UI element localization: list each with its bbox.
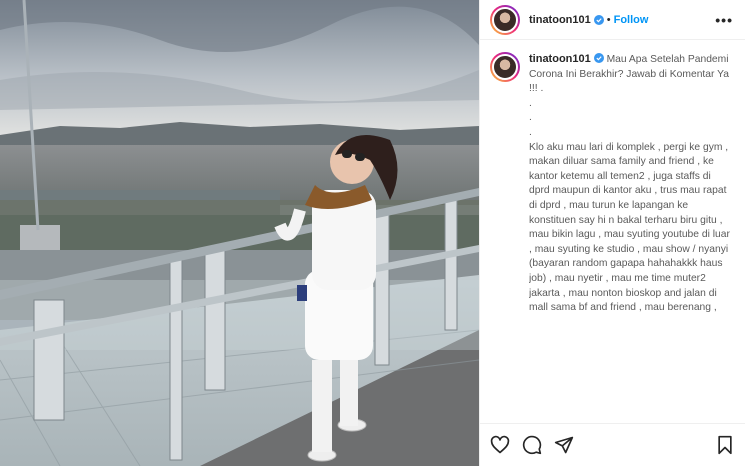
avatar[interactable] xyxy=(490,4,520,35)
follow-button[interactable]: Follow xyxy=(614,14,649,26)
verified-badge-icon xyxy=(593,53,604,63)
post-header: tinatoon101 • Follow ••• xyxy=(480,0,745,40)
instagram-post: tinatoon101 • Follow ••• tinatoon101 Mau… xyxy=(0,0,745,466)
post-photo[interactable] xyxy=(0,0,479,466)
username-link[interactable]: tinatoon101 xyxy=(529,14,591,26)
verified-badge-icon xyxy=(593,14,604,25)
action-bar xyxy=(480,423,745,466)
heart-icon[interactable] xyxy=(490,435,510,455)
post-side-panel: tinatoon101 • Follow ••• tinatoon101 Mau… xyxy=(479,0,745,466)
more-options-icon[interactable]: ••• xyxy=(715,12,733,28)
comment-icon[interactable] xyxy=(522,435,542,455)
caption: tinatoon101 Mau Apa Setelah Pandemi Coro… xyxy=(529,52,733,423)
caption-avatar[interactable] xyxy=(490,52,520,82)
separator-dot: • xyxy=(606,13,611,26)
caption-username[interactable]: tinatoon101 xyxy=(529,53,591,65)
share-icon[interactable] xyxy=(554,435,574,455)
caption-area: tinatoon101 Mau Apa Setelah Pandemi Coro… xyxy=(480,40,745,423)
caption-text: Mau Apa Setelah Pandemi Corona Ini Berak… xyxy=(529,54,730,314)
bookmark-icon[interactable] xyxy=(715,435,735,455)
post-photo-image xyxy=(0,0,479,466)
